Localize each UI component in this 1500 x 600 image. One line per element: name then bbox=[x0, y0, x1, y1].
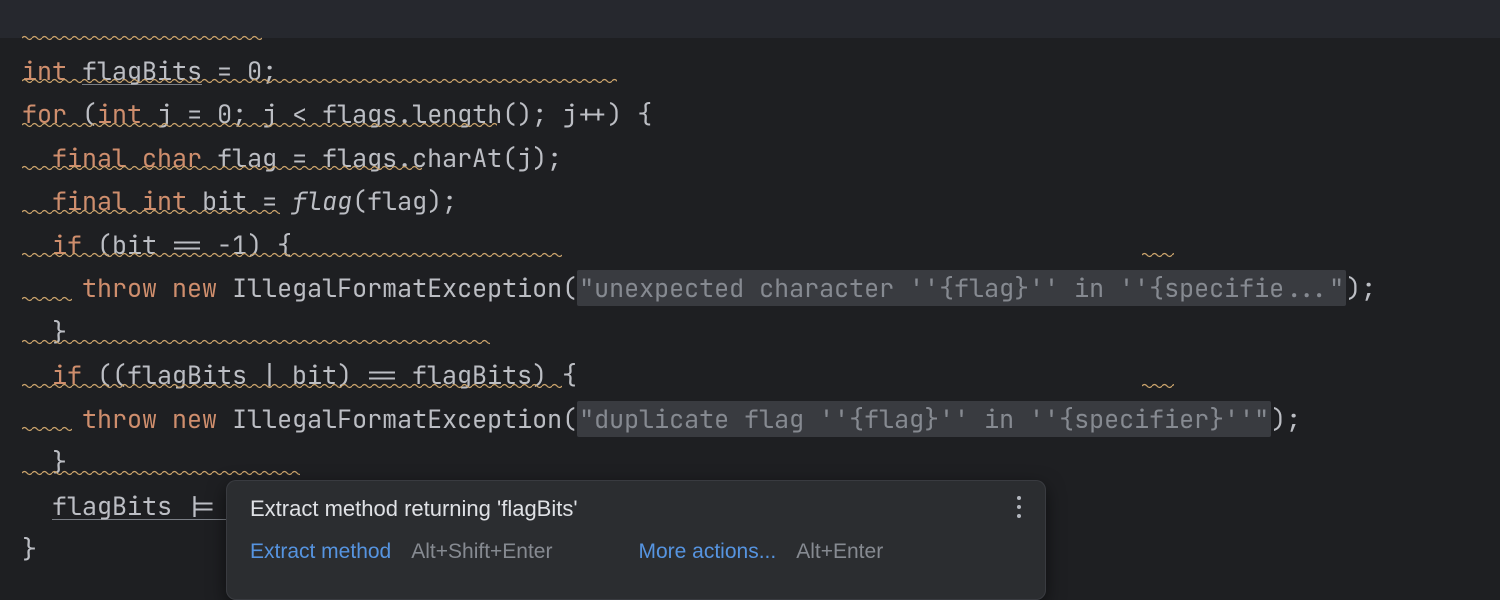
keyword-throw: throw bbox=[82, 402, 157, 436]
identifier-j: j bbox=[562, 97, 577, 131]
keyword-for: for bbox=[22, 97, 67, 131]
identifier-flagbits: flagBits bbox=[82, 54, 202, 88]
intention-title: Extract method returning 'flagBits' bbox=[250, 496, 1026, 522]
number-literal: 0 bbox=[247, 54, 262, 88]
brace-close: } bbox=[52, 315, 67, 349]
code-text: ); bbox=[1271, 402, 1301, 436]
keyword-new: new bbox=[172, 271, 217, 305]
keyword-char: char bbox=[142, 141, 202, 175]
code-text: . bbox=[397, 97, 412, 131]
code-text: < bbox=[277, 97, 322, 131]
keyword-int: int bbox=[142, 184, 187, 218]
method-length: length bbox=[412, 97, 502, 131]
method-charat: charAt bbox=[412, 141, 502, 175]
code-text: ; bbox=[232, 97, 262, 131]
brace-close: } bbox=[52, 445, 67, 479]
code-text: ( bbox=[67, 97, 97, 131]
code-text: ++) { bbox=[577, 97, 652, 131]
intention-popup[interactable]: Extract method returning 'flagBits' Extr… bbox=[226, 480, 1046, 600]
code-text: ); bbox=[1346, 271, 1376, 305]
code-text: ; bbox=[262, 54, 277, 88]
number-literal: 0 bbox=[217, 97, 232, 131]
keyword-int: int bbox=[22, 54, 67, 88]
code-text bbox=[217, 402, 232, 436]
shortcut-hint: Alt+Enter bbox=[796, 540, 883, 564]
folded-string-literal[interactable]: "unexpected character ''{flag}'' in ''{s… bbox=[577, 270, 1346, 306]
code-text: = bbox=[172, 97, 217, 131]
shortcut-hint: Alt+Shift+Enter bbox=[411, 540, 552, 564]
code-text: = bbox=[247, 184, 292, 218]
code-text bbox=[157, 271, 172, 305]
code-text bbox=[157, 402, 172, 436]
folded-string-literal[interactable]: "duplicate flag ''{flag}'' in ''{specifi… bbox=[577, 401, 1271, 437]
code-text bbox=[127, 184, 142, 218]
keyword-if: if bbox=[52, 228, 82, 262]
keyword-final: final bbox=[52, 184, 127, 218]
code-text: ((flagBits | bit) == flagBits) { bbox=[82, 358, 577, 392]
identifier-flag: flag bbox=[217, 141, 277, 175]
kebab-icon[interactable] bbox=[1010, 494, 1028, 520]
code-text: (); bbox=[502, 97, 562, 131]
code-text bbox=[142, 97, 157, 131]
code-text bbox=[127, 141, 142, 175]
extract-method-action[interactable]: Extract method bbox=[250, 540, 391, 564]
number-literal: 1 bbox=[232, 228, 247, 262]
code-text: = bbox=[202, 54, 247, 88]
code-text: = bbox=[277, 141, 322, 175]
identifier-j: j bbox=[262, 97, 277, 131]
code-editor-viewport[interactable]: int flagBits = 0; for (int j = 0; j < fl… bbox=[0, 0, 1500, 600]
keyword-new: new bbox=[172, 402, 217, 436]
code-text: ( bbox=[562, 402, 577, 436]
identifier-flags: flags bbox=[322, 141, 397, 175]
code-text: (j); bbox=[502, 141, 562, 175]
keyword-throw: throw bbox=[82, 271, 157, 305]
more-actions-action[interactable]: More actions... bbox=[638, 540, 776, 564]
brace-close: } bbox=[22, 532, 37, 566]
identifier-j: j bbox=[157, 97, 172, 131]
identifier-flags: flags bbox=[322, 97, 397, 131]
code-text: ( bbox=[562, 271, 577, 305]
method-flag: flag bbox=[292, 184, 352, 218]
code-text bbox=[217, 271, 232, 305]
code-text: (bit == - bbox=[82, 228, 232, 262]
code-text bbox=[202, 141, 217, 175]
code-text: ) { bbox=[247, 228, 292, 262]
code-text: (flag); bbox=[352, 184, 457, 218]
identifier-bit: bit bbox=[202, 184, 247, 218]
class-illegalformatexception: IllegalFormatException bbox=[232, 271, 562, 305]
class-illegalformatexception: IllegalFormatException bbox=[232, 402, 562, 436]
code-text: . bbox=[397, 141, 412, 175]
keyword-int: int bbox=[97, 97, 142, 131]
keyword-if: if bbox=[52, 358, 82, 392]
code-text bbox=[187, 184, 202, 218]
keyword-final: final bbox=[52, 141, 127, 175]
